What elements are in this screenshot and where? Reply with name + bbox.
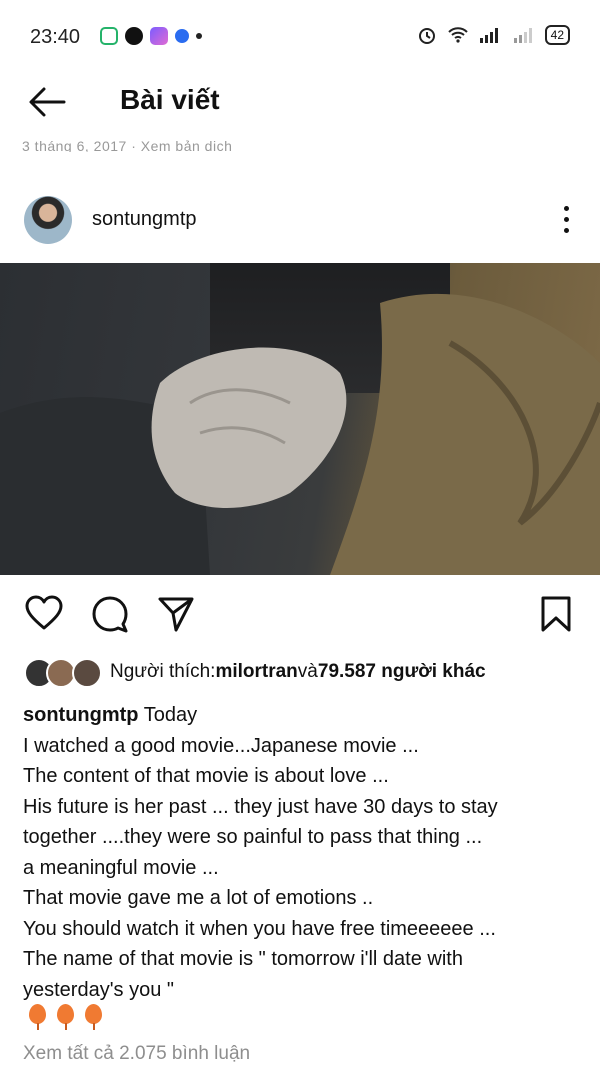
page-header: Bài viết [0,74,600,130]
battery-indicator: 42 [544,25,570,45]
likes-prefix: Người thích: [110,661,216,682]
balloon-icon [28,1004,48,1030]
view-all-comments-link[interactable]: Xem tất cả 2.075 bình luận [23,1043,250,1065]
alarm-icon [418,28,435,44]
more-notifications-dot [196,33,202,39]
caption-line: together ....they were so painful to pas… [23,826,483,848]
caption-line: I watched a good movie...Japanese movie … [23,734,419,757]
app-notification-icon [100,27,118,45]
caption-emojis [28,1004,104,1030]
image-hands [0,293,600,575]
liker-avatars [24,658,110,688]
caption-line: a meaningful movie ... [23,856,219,879]
likes-summary[interactable]: Người thích: milortran và 79.587 người k… [24,656,486,688]
back-arrow-icon[interactable] [26,84,68,120]
caption-line: yesterday's you " [23,978,174,1001]
send-icon[interactable] [156,594,196,634]
wifi-icon [447,27,468,43]
balloon-icon [84,1004,104,1030]
signal-icon-secondary [513,28,532,43]
avatar[interactable] [24,196,72,244]
messenger-icon [125,27,143,45]
caption-line: Today [138,704,198,726]
heart-icon[interactable] [24,594,64,634]
caption-line: That movie gave me a lot of emotions .. [23,887,374,909]
caption-line: The name of that movie is " tomorrow i'l… [23,948,463,970]
more-vertical-icon[interactable] [562,206,570,236]
post-image[interactable] [0,263,600,575]
caption-line: The content of that movie is about love … [23,765,389,787]
post-actions [0,594,600,638]
likes-first-user[interactable]: milortran [215,661,297,683]
avatar [72,658,102,688]
comment-icon[interactable] [90,594,130,634]
system-icons: 42 [417,25,570,45]
balloon-icon [56,1004,76,1030]
app-notification-icon [150,27,168,45]
app-notification-icon [175,29,189,43]
status-time: 23:40 [30,26,81,48]
post-header: sontungmtp [0,192,600,246]
caption-line: You should watch it when you have free t… [23,917,496,940]
status-bar: 23:40 42 [0,0,600,74]
post-username[interactable]: sontungmtp [92,208,197,231]
page-title: Bài viết [120,84,220,115]
caption-username[interactable]: sontungmtp [23,704,139,726]
previous-post-meta: 3 tháng 6, 2017 · Xem bản dịch [22,138,233,152]
bookmark-icon[interactable] [536,594,576,634]
post-caption: sontungmtp Today I watched a good movie.… [23,700,583,1005]
signal-icon [479,28,498,43]
notification-icons [100,27,202,45]
likes-others[interactable]: 79.587 người khác [318,661,486,683]
likes-joiner: và [297,661,318,682]
caption-line: His future is her past ... they just hav… [23,795,498,818]
